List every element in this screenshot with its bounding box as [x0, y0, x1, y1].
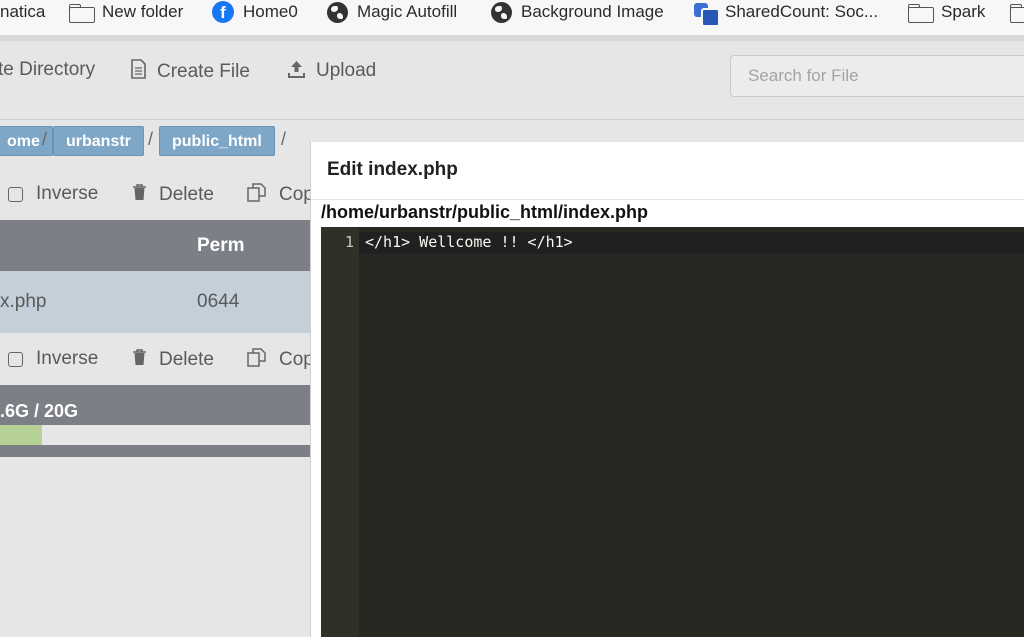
bookmark-label: Background Image — [521, 2, 664, 21]
globe-icon — [327, 1, 348, 23]
storage-text: .6G / 20G — [0, 401, 79, 421]
bookmark-label: Spark — [941, 2, 986, 21]
line-number: 1 — [344, 233, 354, 251]
copy-icon — [247, 348, 267, 372]
facebook-icon: f — [212, 1, 234, 23]
inverse-button[interactable]: Inverse — [8, 183, 98, 205]
modal-title: Edit index.php — [327, 159, 458, 180]
delete-label: Delete — [159, 183, 214, 205]
table-row[interactable]: x.php 0644 — [0, 271, 310, 333]
folder-icon — [908, 3, 934, 23]
bookmark-label: New folder — [102, 2, 184, 21]
storage-bar-footer — [0, 445, 310, 457]
storage-usage: .6G / 20G — [0, 385, 310, 425]
delete-button[interactable]: Delete — [132, 348, 214, 371]
trash-icon — [132, 348, 147, 371]
checkbox-icon — [8, 186, 23, 202]
copy-button[interactable]: Cop — [247, 183, 310, 207]
file-actions-top: Inverse Delete Cop — [0, 169, 310, 219]
bookmark-sharedcount[interactable]: SharedCount: Soc... — [694, 0, 879, 27]
modal-divider — [311, 199, 1024, 200]
create-directory-label: te Directory — [0, 59, 96, 80]
globe-icon — [491, 1, 512, 23]
breadcrumb-separator: / — [42, 129, 48, 149]
code-editor[interactable]: 1 </h1> Wellcome !! </h1> — [321, 227, 1024, 637]
bookmark-spark[interactable]: Spark — [908, 0, 985, 24]
upload-icon — [287, 59, 306, 83]
column-header-perm[interactable]: Perm — [197, 235, 245, 257]
file-actions-bottom: Inverse Delete Cop — [0, 334, 310, 384]
editor-gutter: 1 — [321, 227, 359, 637]
copy-button[interactable]: Cop — [247, 348, 310, 372]
file-name[interactable]: x.php — [0, 291, 46, 313]
storage-progress-bar — [0, 425, 310, 445]
bookmark-background-image[interactable]: Background Image — [491, 0, 664, 24]
copy-icon — [247, 183, 267, 207]
edit-file-modal: Edit index.php /home/urbanstr/public_htm… — [310, 142, 1024, 637]
breadcrumb-separator: / — [281, 129, 287, 149]
bookmark-label: Magic Autofill — [357, 2, 458, 21]
create-file-label: Create File — [157, 60, 250, 82]
inverse-label: Inverse — [36, 348, 99, 369]
trash-icon — [132, 183, 147, 206]
bookmark-new-folder[interactable]: New folder — [69, 0, 183, 24]
copy-label: Cop — [279, 184, 310, 205]
bookmark-folder[interactable] — [1010, 0, 1024, 24]
breadcrumb-item-public-html[interactable]: public_html — [159, 126, 275, 156]
upload-button[interactable]: Upload — [287, 59, 376, 83]
bookmark-label: natica — [0, 2, 46, 21]
storage-progress-fill — [0, 425, 42, 445]
search-input[interactable] — [730, 55, 1024, 97]
folder-icon — [69, 3, 95, 23]
bookmark-home0[interactable]: f Home0 — [212, 0, 298, 24]
bookmarks-bar: natica New folder f Home0 Magic Autofill… — [0, 0, 1024, 38]
file-perm[interactable]: 0644 — [197, 291, 239, 313]
toolbar-divider — [0, 119, 1024, 120]
upload-label: Upload — [316, 60, 377, 81]
copy-label: Cop — [279, 349, 310, 370]
sharedcount-icon — [694, 1, 720, 27]
create-file-button[interactable]: Create File — [130, 59, 250, 84]
delete-label: Delete — [159, 348, 214, 370]
file-path: /home/urbanstr/public_html/index.php — [321, 202, 649, 222]
bookmark-label: SharedCount: Soc... — [725, 2, 879, 21]
file-icon — [130, 59, 147, 84]
create-directory-button[interactable]: te Directory — [0, 59, 95, 81]
code-line[interactable]: </h1> Wellcome !! </h1> — [365, 233, 573, 251]
breadcrumb-item-urbanstr[interactable]: urbanstr — [53, 126, 144, 156]
bookmark-magic-autofill[interactable]: Magic Autofill — [327, 0, 457, 24]
inverse-button[interactable]: Inverse — [8, 348, 98, 370]
bookmark-label: Home0 — [243, 2, 298, 21]
delete-button[interactable]: Delete — [132, 183, 214, 206]
breadcrumb-separator: / — [148, 129, 154, 149]
table-header: Perm — [0, 220, 310, 271]
checkbox-icon — [8, 351, 23, 367]
bookmark-natica[interactable]: natica — [0, 0, 45, 24]
inverse-label: Inverse — [36, 183, 99, 204]
folder-icon — [1010, 3, 1024, 23]
